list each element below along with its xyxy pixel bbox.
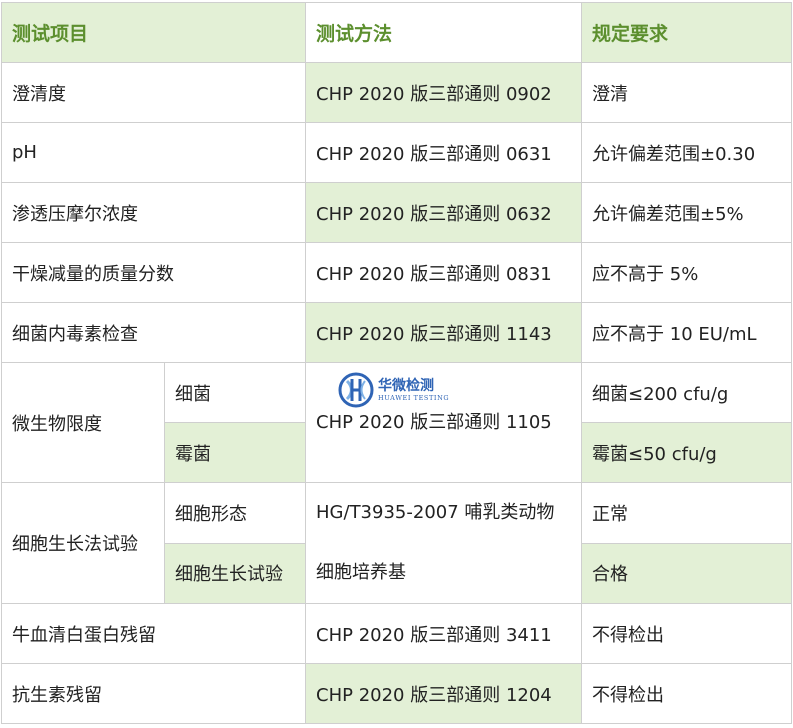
row-requirement: 应不高于 5%	[581, 242, 793, 303]
microbe-req-mold: 霉菌≤50 cfu/g	[581, 422, 793, 483]
watermark-cn: 华微检测	[378, 377, 435, 394]
table-row: 微生物限度 细菌 CHP 2020 版三部通则 1105 华微检测 HUAWEI…	[1, 362, 793, 483]
table-row: 干燥减量的质量分数 CHP 2020 版三部通则 0831 应不高于 5%	[0, 242, 793, 303]
cell-item: 细胞生长法试验	[1, 482, 165, 604]
row-item: 澄清度	[0, 62, 307, 123]
cell-req-growth: 合格	[581, 542, 793, 604]
row-method: CHP 2020 版三部通则 0631	[305, 122, 583, 183]
header-test-method: 测试方法	[305, 2, 583, 63]
row-requirement: 允许偏差范围±0.30	[581, 122, 793, 183]
row-requirement: 允许偏差范围±5%	[581, 182, 793, 243]
table-row: 澄清度 CHP 2020 版三部通则 0902 澄清	[0, 62, 793, 123]
cell-method-line1: HG/T3935-2007 哺乳类动物	[316, 502, 555, 523]
microbe-sub-bacteria: 细菌	[163, 362, 307, 423]
cell-sub-growth: 细胞生长试验	[163, 542, 307, 604]
cell-sub-morphology: 细胞形态	[163, 482, 307, 544]
microbe-item: 微生物限度	[1, 362, 165, 483]
row-method: CHP 2020 版三部通则 0632	[305, 182, 583, 243]
header-requirement: 规定要求	[581, 2, 793, 63]
row-requirement: 澄清	[581, 62, 793, 123]
cell-method-cell: HG/T3935-2007 哺乳类动物 细胞培养基	[305, 482, 583, 604]
row-requirement: 应不高于 10 EU/mL	[581, 302, 793, 363]
row-method: CHP 2020 版三部通则 0902	[305, 62, 583, 123]
table-row: pH CHP 2020 版三部通则 0631 允许偏差范围±0.30	[0, 122, 793, 183]
row-item: 渗透压摩尔浓度	[0, 182, 307, 243]
table-row: 细胞生长法试验 细胞形态 HG/T3935-2007 哺乳类动物 细胞培养基 正…	[1, 482, 793, 604]
microbe-method-cell: CHP 2020 版三部通则 1105 华微检测 HUAWEI TESTING	[305, 362, 583, 483]
row-item: pH	[0, 122, 307, 183]
row-method: CHP 2020 版三部通则 1143	[305, 302, 583, 363]
row-item: 干燥减量的质量分数	[0, 242, 307, 303]
table-row: 牛血清白蛋白残留 CHP 2020 版三部通则 3411 不得检出	[0, 603, 793, 664]
watermark-logo: 华微检测 HUAWEI TESTING	[338, 371, 449, 409]
cell-method-line2: 细胞培养基	[316, 562, 407, 583]
huawei-testing-logo-icon	[338, 372, 374, 408]
row-method: CHP 2020 版三部通则 1204	[305, 663, 583, 724]
table-row: 抗生素残留 CHP 2020 版三部通则 1204 不得检出	[0, 663, 793, 724]
table-row: 渗透压摩尔浓度 CHP 2020 版三部通则 0632 允许偏差范围±5%	[0, 182, 793, 243]
row-item: 细菌内毒素检查	[0, 302, 307, 363]
table-row: 细菌内毒素检查 CHP 2020 版三部通则 1143 应不高于 10 EU/m…	[0, 302, 793, 363]
header-test-item: 测试项目	[0, 2, 307, 63]
row-requirement: 不得检出	[581, 663, 793, 724]
row-requirement: 不得检出	[581, 603, 793, 664]
header-row: 测试项目 测试方法 规定要求	[0, 2, 793, 63]
microbe-sub-mold: 霉菌	[163, 422, 307, 483]
microbe-req-bacteria: 细菌≤200 cfu/g	[581, 362, 793, 423]
row-method: CHP 2020 版三部通则 3411	[305, 603, 583, 664]
row-item: 牛血清白蛋白残留	[0, 603, 307, 664]
row-method: CHP 2020 版三部通则 0831	[305, 242, 583, 303]
test-spec-table: 测试项目 测试方法 规定要求 澄清度 CHP 2020 版三部通则 0902 澄…	[0, 2, 793, 724]
watermark-en: HUAWEI TESTING	[378, 393, 450, 402]
row-item: 抗生素残留	[0, 663, 307, 724]
cell-req-morphology: 正常	[581, 482, 793, 544]
